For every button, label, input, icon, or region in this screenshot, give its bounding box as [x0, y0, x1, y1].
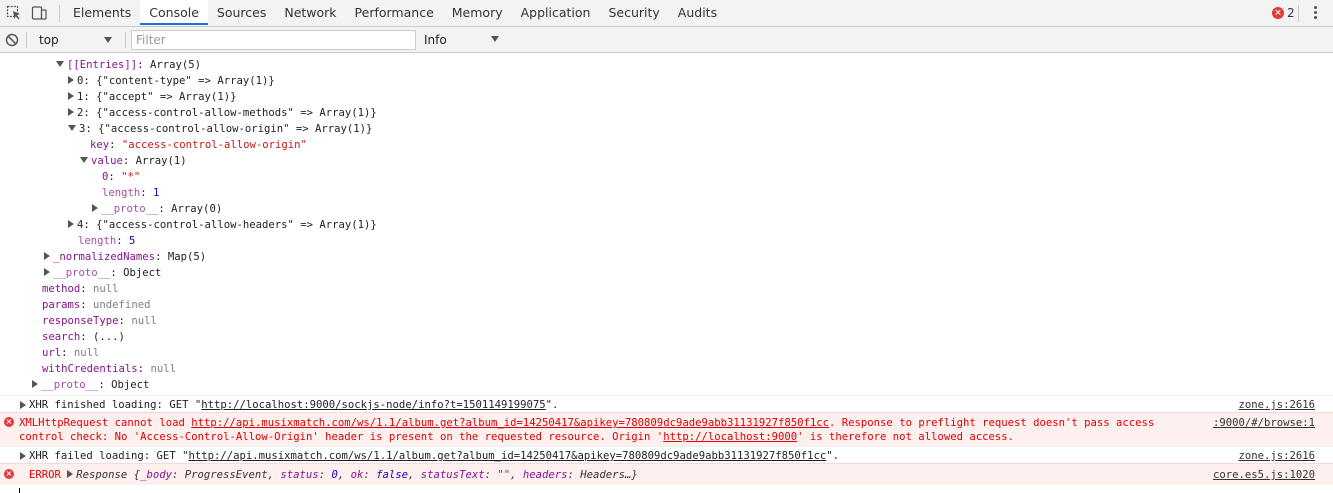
error-icon: × — [4, 417, 14, 427]
panel-tabs: Elements Console Sources Network Perform… — [64, 0, 726, 26]
collapsed-triangle-icon[interactable] — [20, 401, 26, 409]
tree-prop-entries-length: length: 5 — [78, 235, 136, 247]
device-toolbar-icon[interactable] — [31, 5, 47, 21]
console-output[interactable]: ▔▔ ▔▔ [[Entries]]: Array(5) 0: {"content… — [0, 53, 1333, 493]
console-filterbar: top Filter Info — [0, 27, 1333, 53]
tree-prop-key: key: "access-control-allow-origin" — [90, 139, 307, 151]
filterbar-divider — [125, 32, 126, 48]
context-value: top — [39, 33, 59, 47]
tree-node-value[interactable]: value: Array(1) — [80, 153, 187, 169]
error-icon: × — [1272, 7, 1284, 19]
expanded-triangle-icon — [68, 125, 76, 131]
tree-prop-url: url: null — [42, 347, 100, 359]
tree-prop-response-type: responseType: null — [42, 315, 157, 327]
console-message-xhr-failed: XHR failed loading: GET "http://api.musi… — [0, 446, 1333, 463]
tab-security[interactable]: Security — [599, 0, 668, 26]
expanded-triangle-icon — [56, 61, 64, 67]
devtools-tabbar: Elements Console Sources Network Perform… — [0, 0, 1333, 27]
more-options-icon[interactable] — [1312, 5, 1318, 21]
collapsed-triangle-icon — [32, 380, 38, 388]
collapsed-triangle-icon[interactable] — [67, 470, 74, 478]
tree-prop-value-length: length: 1 — [102, 187, 160, 199]
toolbar-divider-right — [1298, 5, 1299, 22]
clear-console-icon[interactable] — [5, 33, 19, 47]
collapsed-triangle-icon — [68, 108, 74, 116]
tree-node-normalized-names[interactable]: _normalizedNames: Map(5) — [44, 249, 206, 265]
message-text-line2: control check: No 'Access-Control-Allow-… — [19, 431, 1014, 443]
tree-node-entries[interactable]: [[Entries]]: Array(5) — [56, 57, 201, 73]
tree-node-request-proto[interactable]: __proto__: Object — [32, 377, 149, 393]
toolbar-divider — [59, 5, 60, 22]
message-text: XHR failed loading: GET "http://api.musi… — [29, 450, 840, 462]
tab-memory[interactable]: Memory — [443, 0, 512, 26]
tree-prop-value-0: 0: "*" — [102, 171, 141, 183]
collapsed-triangle-icon — [44, 268, 50, 276]
collapsed-triangle-icon — [68, 92, 74, 100]
message-text: ERROR Response {_body: ProgressEvent, st… — [29, 469, 638, 481]
tab-performance[interactable]: Performance — [346, 0, 443, 26]
context-selector[interactable]: top — [31, 31, 121, 49]
tab-network[interactable]: Network — [275, 0, 345, 26]
tab-application[interactable]: Application — [512, 0, 600, 26]
error-icon: × — [4, 469, 14, 479]
tree-prop-params: params: undefined — [42, 299, 151, 311]
message-text: XMLHttpRequest cannot load http://api.mu… — [19, 417, 1155, 429]
source-link[interactable]: zone.js:2616 — [1238, 449, 1315, 463]
tree-node-value-proto[interactable]: __proto__: Array(0) — [92, 201, 222, 217]
tree-prop-method: method: null — [42, 283, 119, 295]
message-link[interactable]: http://localhost:9000/sockjs-node/info?t… — [201, 399, 545, 411]
message-text: XHR finished loading: GET "http://localh… — [29, 399, 559, 411]
tree-prop-with-credentials: withCredentials: null — [42, 363, 176, 375]
message-link[interactable]: http://localhost:9000 — [663, 431, 797, 443]
collapsed-triangle-icon[interactable] — [20, 452, 26, 460]
console-message-cors-error: × XMLHttpRequest cannot load http://api.… — [0, 412, 1333, 446]
collapsed-triangle-icon — [44, 252, 50, 260]
message-link[interactable]: http://api.musixmatch.com/ws/1.1/album.g… — [191, 417, 829, 429]
error-count-badge[interactable]: × 2 — [1272, 6, 1295, 20]
source-link[interactable]: zone.js:2616 — [1238, 398, 1315, 412]
collapsed-triangle-icon — [92, 204, 98, 212]
inspect-element-icon[interactable] — [6, 5, 22, 21]
console-message-xhr-finished: XHR finished loading: GET "http://localh… — [0, 395, 1333, 412]
expanded-triangle-icon — [80, 157, 88, 163]
tree-node-headers-proto[interactable]: __proto__: Object — [44, 265, 161, 281]
tab-audits[interactable]: Audits — [669, 0, 726, 26]
filter-input[interactable]: Filter — [131, 30, 416, 50]
tab-elements[interactable]: Elements — [64, 0, 140, 26]
log-level-selector[interactable]: Info — [418, 31, 500, 49]
tree-node-entry-3[interactable]: 3: {"access-control-allow-origin" => Arr… — [68, 121, 372, 137]
console-message-error-response: × ERROR Response {_body: ProgressEvent, … — [0, 463, 1333, 485]
collapsed-triangle-icon — [68, 76, 74, 84]
tree-node-entry-2[interactable]: 2: {"access-control-allow-methods" => Ar… — [68, 105, 377, 121]
filterbar-divider — [26, 32, 27, 48]
tree-node-entry-0[interactable]: 0: {"content-type" => Array(1)} — [68, 73, 275, 89]
tab-console[interactable]: Console — [140, 0, 208, 25]
console-prompt-caret[interactable] — [19, 488, 20, 493]
source-link[interactable]: core.es5.js:1020 — [1213, 468, 1315, 482]
log-level-value: Info — [424, 33, 447, 47]
message-link[interactable]: http://api.musixmatch.com/ws/1.1/album.g… — [188, 450, 826, 462]
chevron-down-icon — [491, 36, 499, 42]
tab-sources[interactable]: Sources — [208, 0, 275, 26]
source-link[interactable]: :9000/#/browse:1 — [1213, 416, 1315, 430]
error-count: 2 — [1287, 6, 1295, 20]
tree-prop-search[interactable]: search: (...) — [42, 329, 125, 345]
tree-node-entry-4[interactable]: 4: {"access-control-allow-headers" => Ar… — [68, 217, 377, 233]
chevron-down-icon — [104, 37, 112, 43]
tree-node-entry-1[interactable]: 1: {"accept" => Array(1)} — [68, 89, 236, 105]
collapsed-triangle-icon — [68, 220, 74, 228]
